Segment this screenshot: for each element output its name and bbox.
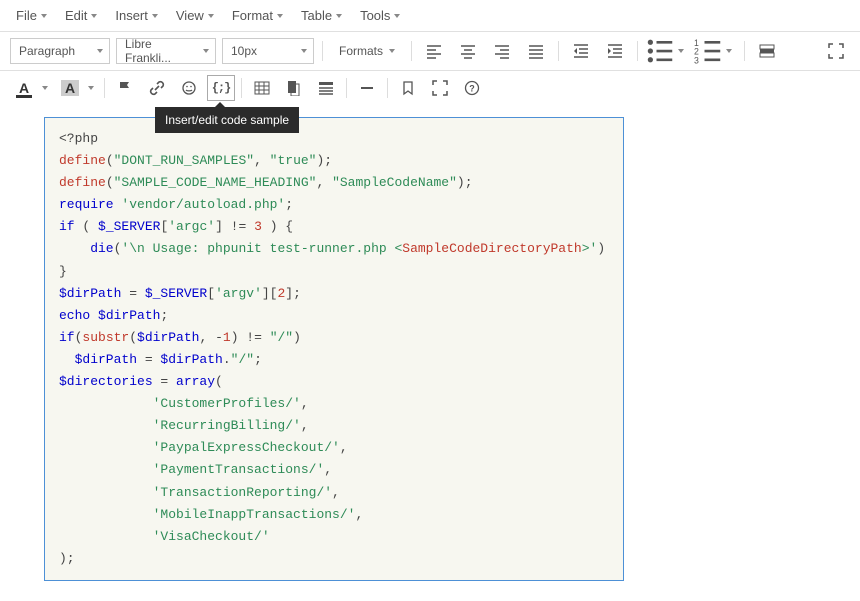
editor-area[interactable]: <?php define("DONT_RUN_SAMPLES", "true")… — [0, 109, 860, 601]
font-family-label: Libre Frankli... — [125, 37, 197, 65]
caret-down-icon — [726, 49, 732, 53]
caret-down-icon — [336, 14, 342, 18]
align-left-button[interactable] — [420, 38, 448, 64]
bullet-list-button[interactable] — [646, 38, 688, 64]
menu-edit[interactable]: Edit — [57, 4, 105, 27]
caret-down-icon — [389, 49, 395, 53]
menu-insert[interactable]: Insert — [107, 4, 166, 27]
menu-table[interactable]: Table — [293, 4, 350, 27]
text-color-button[interactable]: A — [10, 75, 52, 101]
align-justify-button[interactable] — [522, 38, 550, 64]
link-icon — [149, 80, 165, 96]
menu-tools[interactable]: Tools — [352, 4, 408, 27]
fullscreen-icon — [828, 43, 844, 59]
block-format-select[interactable]: Paragraph — [10, 38, 110, 64]
font-family-select[interactable]: Libre Frankli... — [116, 38, 216, 64]
formats-menu[interactable]: Formats — [331, 38, 403, 64]
caret-down-icon — [41, 14, 47, 18]
table-button[interactable] — [248, 75, 276, 101]
caret-down-icon — [42, 86, 48, 90]
text-color-icon: A — [14, 80, 34, 96]
svg-text:3: 3 — [694, 55, 699, 65]
numbered-list-icon: 123 — [694, 37, 722, 65]
caret-down-icon — [203, 49, 209, 53]
font-size-label: 10px — [231, 44, 257, 58]
background-color-button[interactable]: A — [56, 75, 98, 101]
bullet-list-icon — [646, 37, 674, 65]
table-icon — [254, 80, 270, 96]
outdent-icon — [573, 43, 589, 59]
flag-icon — [117, 80, 133, 96]
tooltip: Insert/edit code sample — [155, 107, 299, 133]
caret-down-icon — [208, 14, 214, 18]
indent-button[interactable] — [601, 38, 629, 64]
expand-icon — [432, 80, 448, 96]
separator — [744, 41, 745, 61]
separator — [241, 78, 242, 98]
menubar: File Edit Insert View Format Table Tools — [0, 0, 860, 32]
menu-format[interactable]: Format — [224, 4, 291, 27]
help-button[interactable]: ? — [458, 75, 486, 101]
hr-button[interactable] — [353, 75, 381, 101]
toolbar-row-button[interactable] — [753, 38, 781, 64]
align-right-button[interactable] — [488, 38, 516, 64]
align-left-icon — [426, 43, 442, 59]
page-layout-button[interactable] — [280, 75, 308, 101]
code-sample-block[interactable]: <?php define("DONT_RUN_SAMPLES", "true")… — [44, 117, 624, 581]
separator — [104, 78, 105, 98]
separator — [387, 78, 388, 98]
svg-text:?: ? — [469, 84, 475, 94]
caret-down-icon — [152, 14, 158, 18]
emoticon-icon — [181, 80, 197, 96]
code-sample-icon: {;} — [212, 81, 231, 95]
caret-down-icon — [394, 14, 400, 18]
align-right-icon — [494, 43, 510, 59]
hr-icon — [359, 80, 375, 96]
outdent-button[interactable] — [567, 38, 595, 64]
block-format-label: Paragraph — [19, 44, 75, 58]
caret-down-icon — [91, 14, 97, 18]
menu-file[interactable]: File — [8, 4, 55, 27]
separator — [411, 41, 412, 61]
caret-down-icon — [301, 49, 307, 53]
align-center-icon — [460, 43, 476, 59]
bookmark-icon — [400, 80, 416, 96]
help-icon: ? — [464, 80, 480, 96]
toolbar-row-2: A A {;} ? Insert/edit code sample — [0, 71, 860, 109]
rows-icon — [759, 43, 775, 59]
link-button[interactable] — [143, 75, 171, 101]
align-justify-icon — [528, 43, 544, 59]
expand-button[interactable] — [426, 75, 454, 101]
align-center-button[interactable] — [454, 38, 482, 64]
background-color-icon: A — [61, 80, 79, 96]
separator — [637, 41, 638, 61]
emoticon-button[interactable] — [175, 75, 203, 101]
font-size-select[interactable]: 10px — [222, 38, 314, 64]
indent-icon — [607, 43, 623, 59]
caret-down-icon — [97, 49, 103, 53]
flag-button[interactable] — [111, 75, 139, 101]
fullscreen-button[interactable] — [822, 38, 850, 64]
caret-down-icon — [277, 14, 283, 18]
code-sample-button[interactable]: {;} — [207, 75, 235, 101]
page-layout-icon — [286, 80, 302, 96]
layout-icon — [318, 80, 334, 96]
numbered-list-button[interactable]: 123 — [694, 38, 736, 64]
formats-label: Formats — [339, 44, 383, 58]
caret-down-icon — [88, 86, 94, 90]
separator — [322, 41, 323, 61]
caret-down-icon — [678, 49, 684, 53]
layout-button[interactable] — [312, 75, 340, 101]
toolbar-row-1: Paragraph Libre Frankli... 10px Formats … — [0, 32, 860, 71]
separator — [558, 41, 559, 61]
separator — [346, 78, 347, 98]
bookmark-button[interactable] — [394, 75, 422, 101]
menu-view[interactable]: View — [168, 4, 222, 27]
